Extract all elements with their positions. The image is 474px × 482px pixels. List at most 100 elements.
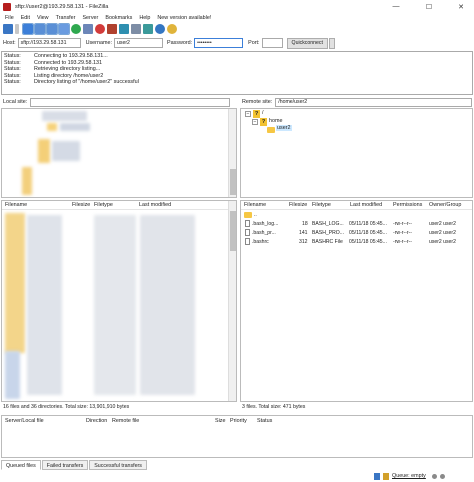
- local-status: 16 files and 36 directories. Total size:…: [3, 404, 130, 410]
- maximize-button[interactable]: ☐: [416, 0, 442, 13]
- queue-col-size[interactable]: Size: [215, 418, 226, 424]
- tab-queued-files[interactable]: Queued files: [1, 460, 41, 470]
- table-row[interactable]: .bash_log... 18 BASH_LOG... 05/11/18 05:…: [241, 220, 472, 228]
- local-path-field[interactable]: [30, 97, 231, 107]
- local-file-list[interactable]: Filename Filesize Filetype Last modified: [1, 200, 237, 402]
- queue-col-status[interactable]: Status: [257, 418, 272, 424]
- folder-icon: [267, 127, 275, 133]
- transfer-queue[interactable]: Server/Local file Direction Remote file …: [1, 415, 473, 458]
- disconnect-icon[interactable]: [107, 24, 117, 34]
- menu-server[interactable]: Server: [82, 15, 98, 21]
- blurred-file-item: [5, 213, 25, 353]
- menu-edit[interactable]: Edit: [21, 15, 30, 21]
- username-field[interactable]: user2: [113, 38, 163, 48]
- activity-indicator-icon: [440, 474, 445, 479]
- minimize-button[interactable]: —: [383, 0, 409, 13]
- file-type: BASH_PRO...: [312, 230, 344, 236]
- folder-icon: [244, 212, 252, 218]
- port-field[interactable]: [261, 38, 283, 48]
- file-permissions: -rw-r--r--: [393, 230, 412, 236]
- remote-site-label: Remote site:: [242, 99, 273, 105]
- compare-icon[interactable]: [143, 24, 153, 34]
- toggle-log-icon[interactable]: [22, 23, 34, 35]
- queue-col-local[interactable]: Server/Local file: [5, 418, 44, 424]
- remote-site-bar: Remote site: /home/user2: [240, 97, 474, 107]
- local-tree-scrollbar[interactable]: [228, 109, 236, 197]
- menu-bookmarks[interactable]: Bookmarks: [105, 15, 132, 21]
- reconnect-icon[interactable]: [119, 24, 129, 34]
- quickconnect-dropdown-icon[interactable]: [328, 37, 335, 49]
- site-manager-icon[interactable]: [3, 24, 13, 34]
- local-directory-tree[interactable]: [1, 108, 237, 198]
- col-filename[interactable]: Filename: [5, 202, 27, 208]
- close-button[interactable]: ✕: [448, 0, 474, 13]
- queue-col-remote[interactable]: Remote file: [112, 418, 139, 424]
- unknown-folder-icon: ?: [260, 118, 267, 126]
- tab-failed-transfers[interactable]: Failed transfers: [41, 460, 89, 470]
- message-log[interactable]: Status: Connecting to 193.29.58.131... St…: [1, 51, 473, 95]
- col-permissions[interactable]: Permissions: [393, 202, 422, 208]
- col-filetype[interactable]: Filetype: [312, 202, 331, 208]
- table-row[interactable]: ..: [241, 211, 472, 219]
- col-last-modified[interactable]: Last modified: [139, 202, 171, 208]
- file-icon: [245, 220, 250, 227]
- directory-filter-icon[interactable]: [131, 24, 141, 34]
- password-label: Password:: [166, 40, 193, 46]
- tab-successful-transfers[interactable]: Successful transfers: [89, 460, 147, 470]
- log-row: Status: Connected to 193.29.58.131: [4, 59, 103, 66]
- col-filesize[interactable]: Filesize: [289, 202, 307, 208]
- cancel-icon[interactable]: [95, 24, 105, 34]
- status-bar: Queue: empty: [0, 472, 474, 482]
- col-filetype[interactable]: Filetype: [94, 202, 113, 208]
- log-row: Status: Connecting to 193.29.58.131...: [4, 53, 108, 59]
- file-name: ..: [254, 212, 257, 218]
- file-name: .bash_pr...: [252, 230, 276, 236]
- col-filesize[interactable]: Filesize: [72, 202, 90, 208]
- queue-col-direction[interactable]: Direction: [86, 418, 107, 424]
- table-row[interactable]: .bash_pr... 141 BASH_PRO... 05/11/18 05:…: [241, 229, 472, 237]
- search-icon[interactable]: [155, 24, 165, 34]
- blurred-tree-item: [60, 123, 90, 131]
- password-field[interactable]: ••••••••: [194, 38, 244, 48]
- queue-col-priority[interactable]: Priority: [230, 418, 247, 424]
- local-list-scrollbar[interactable]: [228, 201, 236, 401]
- col-owner-group[interactable]: Owner/Group: [429, 202, 461, 208]
- toggle-queue-icon[interactable]: [58, 23, 70, 35]
- file-size: 312: [299, 239, 308, 245]
- toggle-local-tree-icon[interactable]: [34, 23, 46, 35]
- menu-transfer[interactable]: Transfer: [56, 15, 76, 21]
- menu-view[interactable]: View: [37, 15, 49, 21]
- table-row[interactable]: .bashrc 312 BASHRC File 05/11/18 05:45..…: [241, 238, 472, 246]
- queue-status[interactable]: Queue: empty: [392, 473, 426, 479]
- unknown-folder-icon: ?: [253, 110, 260, 118]
- remote-list-header: Filename Filesize Filetype Last modified…: [241, 201, 472, 210]
- file-name: .bash_log...: [252, 221, 279, 227]
- refresh-icon[interactable]: [71, 24, 81, 34]
- menu-help[interactable]: Help: [139, 15, 150, 21]
- quickconnect-button[interactable]: Quickconnect: [286, 37, 328, 49]
- toggle-remote-tree-icon[interactable]: [46, 23, 58, 35]
- remote-directory-tree[interactable]: − ? / − ? home user2: [240, 108, 473, 198]
- key-icon: [383, 473, 389, 480]
- collapse-icon[interactable]: −: [252, 119, 258, 125]
- process-queue-icon[interactable]: [83, 24, 93, 34]
- host-label: Host:: [3, 40, 16, 46]
- menu-new-version[interactable]: New version available!: [157, 15, 211, 21]
- menu-file[interactable]: File: [5, 15, 14, 21]
- remote-file-list[interactable]: Filename Filesize Filetype Last modified…: [240, 200, 473, 402]
- col-filename[interactable]: Filename: [244, 202, 266, 208]
- tree-item-root[interactable]: /: [262, 110, 264, 116]
- col-last-modified[interactable]: Last modified: [350, 202, 382, 208]
- remote-path-field[interactable]: /home/user2: [275, 97, 473, 107]
- blurred-tree-item: [47, 123, 57, 131]
- tree-item-home[interactable]: home: [269, 118, 283, 124]
- collapse-icon[interactable]: −: [245, 111, 251, 117]
- blurred-file-item: [5, 351, 20, 399]
- file-icon: [245, 238, 250, 245]
- binoculars-icon[interactable]: [167, 24, 177, 34]
- tree-item-user2[interactable]: user2: [276, 125, 292, 131]
- host-field[interactable]: sftp://193.29.58.131: [17, 38, 81, 48]
- dropdown-arrow-icon[interactable]: [15, 24, 19, 34]
- file-permissions: -rw-r--r--: [393, 221, 412, 227]
- lock-icon: [374, 473, 380, 480]
